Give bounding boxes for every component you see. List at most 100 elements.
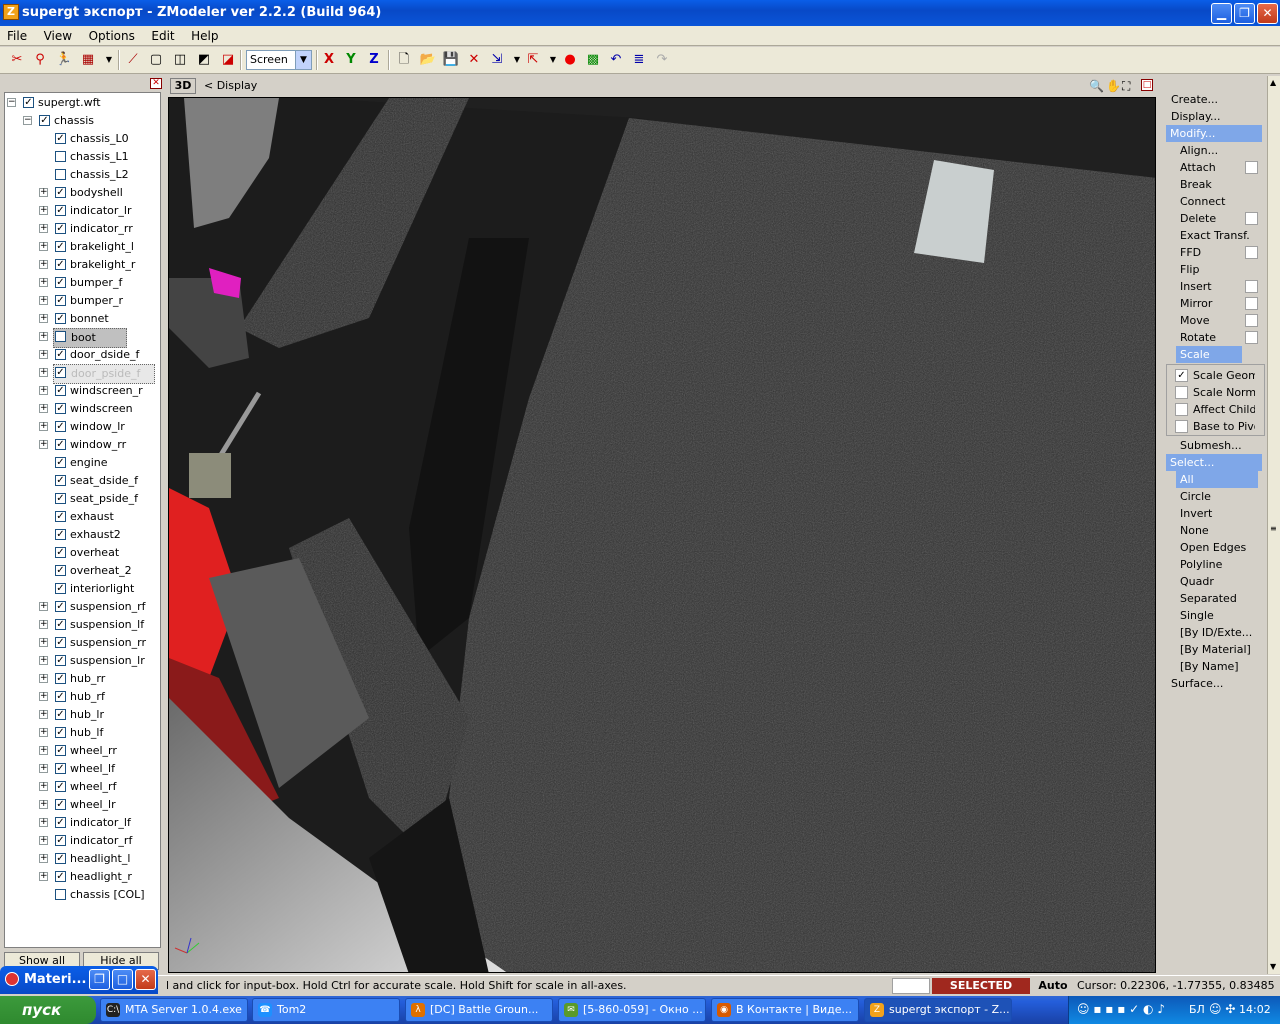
menu-edit[interactable]: Edit [144, 26, 180, 43]
chevron-down-icon[interactable]: ▼ [295, 51, 311, 69]
select-menu[interactable]: Select... [1166, 454, 1262, 471]
checkbox-icon[interactable]: ✓ [55, 673, 66, 684]
tree-item[interactable]: ✓ chassis_L0 [5, 130, 160, 148]
tree-item[interactable]: + ✓ indicator_lf [5, 814, 160, 832]
scale-option-checkbox[interactable]: ✓ [1175, 369, 1188, 382]
taskbar-task[interactable]: λ [DC] Battle Groun... [405, 998, 553, 1022]
expand-icon[interactable]: + [39, 278, 48, 287]
start-button[interactable]: пуск [0, 996, 96, 1024]
checkbox-icon[interactable] [55, 169, 66, 180]
scroll-grip-icon[interactable]: ≡ [1270, 524, 1277, 533]
tree-item[interactable]: + boot [5, 328, 160, 348]
select-item[interactable]: [By Material] [1180, 641, 1260, 658]
checkbox-icon[interactable]: ✓ [55, 277, 66, 288]
expand-icon[interactable]: + [39, 782, 48, 791]
taskbar-task[interactable]: ☎ Tom2 [252, 998, 400, 1022]
checkbox-icon[interactable]: ✓ [55, 385, 66, 396]
checkbox-icon[interactable]: ✓ [55, 529, 66, 540]
tree-item[interactable]: ✓ exhaust2 [5, 526, 160, 544]
select-item[interactable]: None [1180, 522, 1260, 539]
checkbox-icon[interactable]: ✓ [55, 637, 66, 648]
expand-icon[interactable]: + [39, 440, 48, 449]
tree-item[interactable]: + ✓ window_rr [5, 436, 160, 454]
select-item[interactable]: Quadr [1180, 573, 1260, 590]
expand-icon[interactable]: + [39, 854, 48, 863]
select-item[interactable]: Separated [1180, 590, 1260, 607]
tree-item[interactable]: + ✓ suspension_lr [5, 652, 160, 670]
expand-icon[interactable]: + [39, 386, 48, 395]
redo-icon[interactable]: ↷ [653, 51, 671, 69]
expand-icon[interactable]: + [39, 314, 48, 323]
select-item[interactable]: Invert [1180, 505, 1260, 522]
checkbox-icon[interactable]: ✓ [55, 619, 66, 630]
axis-y-toggle[interactable]: Y [342, 51, 360, 69]
checkbox-icon[interactable]: ✓ [55, 367, 66, 378]
checkbox-icon[interactable]: ✓ [55, 835, 66, 846]
options-box-icon[interactable] [1245, 297, 1258, 310]
select-item[interactable]: Polyline [1180, 556, 1260, 573]
checkbox-icon[interactable]: ✓ [55, 133, 66, 144]
checkbox-icon[interactable]: ✓ [55, 259, 66, 270]
restore-button[interactable]: ❐ [1234, 3, 1255, 24]
modify-menu[interactable]: Modify... [1166, 125, 1262, 142]
walk-tool-icon[interactable]: 🏃 [55, 51, 73, 69]
auto-indicator[interactable]: Auto [1034, 978, 1072, 994]
undo-icon[interactable]: ↶ [607, 51, 625, 69]
tree-item[interactable]: chassis_L2 [5, 166, 160, 184]
command-item[interactable]: Exact Transf... [1180, 227, 1250, 244]
taskbar-task[interactable]: ✉ [5-860-059] - Окно ... [558, 998, 706, 1022]
expand-icon[interactable]: + [39, 764, 48, 773]
material-window-bar[interactable]: Materi... ❐ □ ✕ [0, 966, 158, 994]
expand-icon[interactable]: + [39, 872, 48, 881]
checkbox-icon[interactable]: ✓ [55, 799, 66, 810]
scale-option-checkbox[interactable] [1175, 403, 1188, 416]
checkbox-icon[interactable]: ✓ [55, 403, 66, 414]
tree-item[interactable]: + ✓ brakelight_r [5, 256, 160, 274]
checkbox-icon[interactable]: ✓ [55, 223, 66, 234]
checkbox-icon[interactable]: ✓ [55, 817, 66, 828]
checkbox-icon[interactable]: ✓ [55, 349, 66, 360]
command-item[interactable]: Rotate [1180, 329, 1250, 346]
tree-chassis[interactable]: − ✓ chassis [5, 112, 160, 130]
open-folder-icon[interactable]: 📂 [419, 51, 437, 69]
expand-icon[interactable]: + [39, 746, 48, 755]
expand-icon[interactable]: + [39, 800, 48, 809]
tree-item[interactable]: ✓ overheat_2 [5, 562, 160, 580]
checkbox-icon[interactable]: ✓ [55, 421, 66, 432]
checkbox-icon[interactable]: ✓ [55, 709, 66, 720]
right-scrollbar[interactable]: ▲ ≡ ▼ [1267, 76, 1280, 974]
scale-item[interactable]: Scale [1176, 346, 1242, 363]
taskbar-task[interactable]: Zsupergt экспорт - Z... [864, 998, 1012, 1022]
tray-icons[interactable]: ☺ ▪ ▪ ▪ ✓ ◐ ♪ [1077, 1002, 1165, 1016]
box-mode-icon[interactable]: ▢ [147, 51, 165, 69]
frame-tool-icon[interactable]: ▦ [79, 51, 97, 69]
checkbox-icon[interactable]: ✓ [55, 457, 66, 468]
checkbox-icon[interactable]: ✓ [39, 115, 50, 126]
options-box-icon[interactable] [1245, 331, 1258, 344]
checkbox-icon[interactable]: ✓ [55, 187, 66, 198]
delete-icon[interactable]: ✕ [465, 51, 483, 69]
viewport-mode-button[interactable]: 3D [170, 78, 196, 94]
menu-help[interactable]: Help [184, 26, 224, 43]
command-item[interactable]: Attach [1180, 159, 1250, 176]
tree-item[interactable]: + ✓ wheel_rr [5, 742, 160, 760]
tree-item[interactable]: + ✓ brakelight_l [5, 238, 160, 256]
checkbox-icon[interactable]: ✓ [23, 97, 34, 108]
material-restore-icon[interactable]: ❐ [89, 969, 110, 990]
options-box-icon[interactable] [1245, 212, 1258, 225]
expand-icon[interactable]: + [39, 404, 48, 413]
taskbar-task[interactable]: C:\ MTA Server 1.0.4.exe [100, 998, 248, 1022]
tree-item[interactable]: chassis [COL] [5, 886, 160, 904]
tree-item[interactable]: + ✓ bumper_r [5, 292, 160, 310]
expand-icon[interactable]: + [39, 422, 48, 431]
tree-item[interactable]: chassis_L1 [5, 148, 160, 166]
object-mode-icon[interactable]: ◩ [195, 51, 213, 69]
expand-icon[interactable]: + [39, 332, 48, 341]
tree-item[interactable]: + ✓ bumper_f [5, 274, 160, 292]
checkbox-icon[interactable]: ✓ [55, 601, 66, 612]
status-input-box[interactable] [892, 978, 930, 994]
create-menu[interactable]: Create... [1171, 91, 1267, 108]
collapse-icon[interactable]: − [23, 116, 32, 125]
tree-item[interactable]: + ✓ wheel_rf [5, 778, 160, 796]
scale-option-checkbox[interactable] [1175, 386, 1188, 399]
